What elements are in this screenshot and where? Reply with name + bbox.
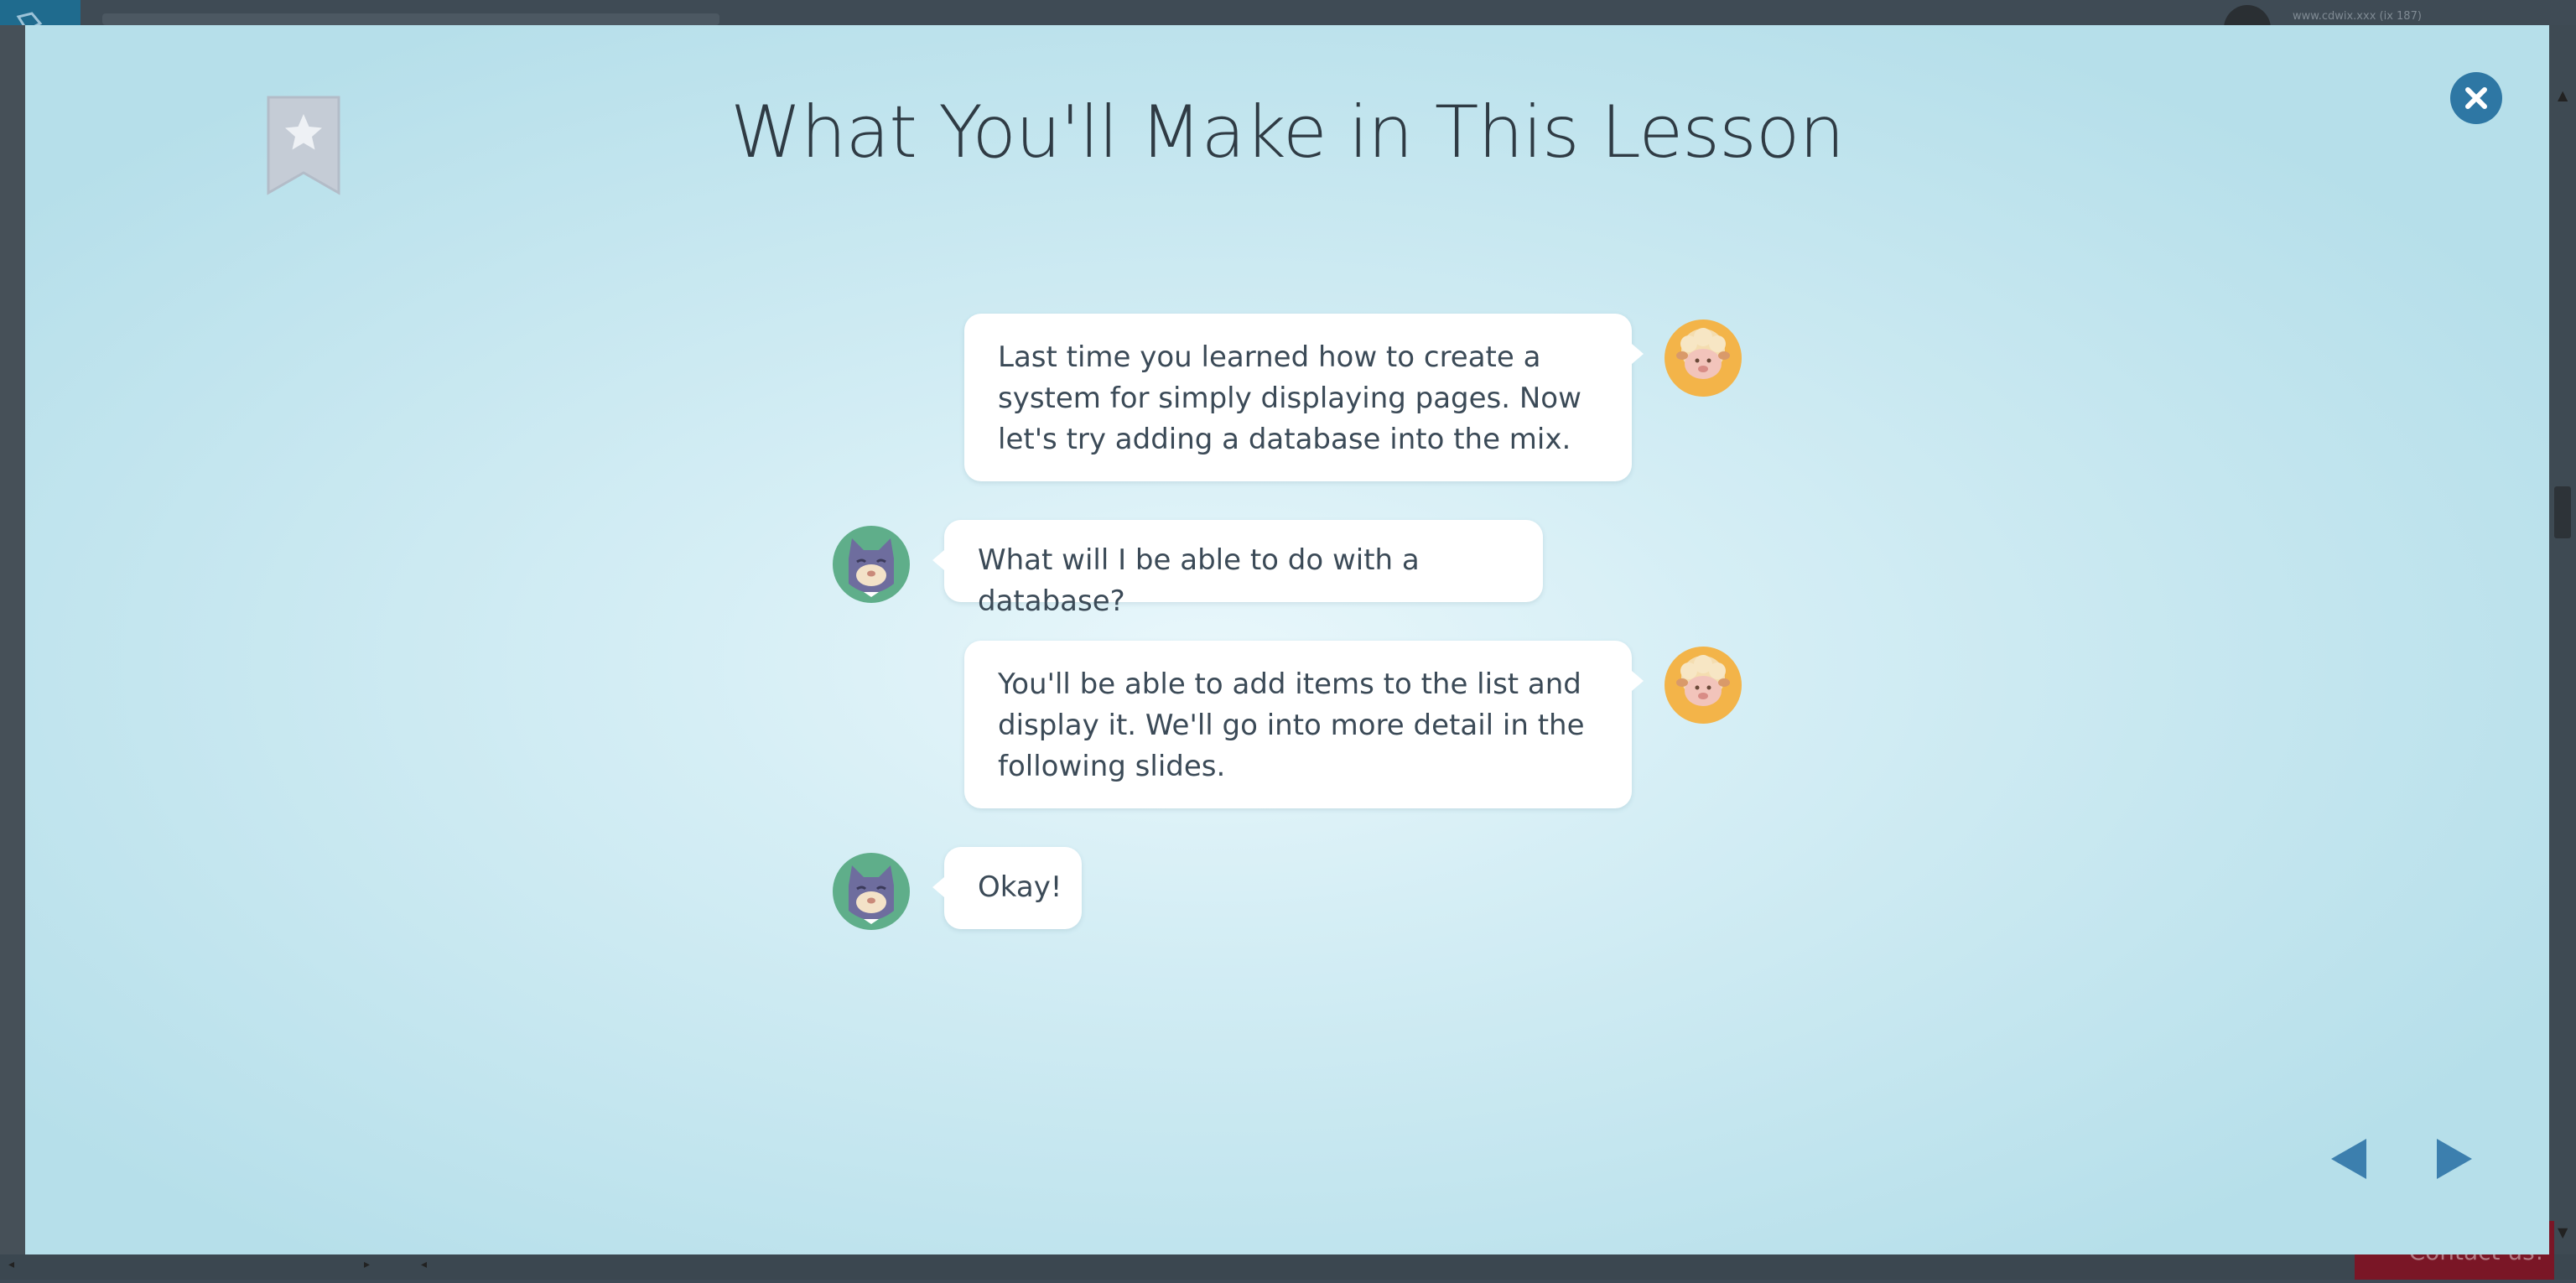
user-info-text: www.cdwix.xxx (ix 187) (2293, 10, 2422, 23)
scroll-left-icon-2: ◂ (421, 1258, 428, 1271)
next-slide-button[interactable] (2427, 1134, 2477, 1184)
lesson-modal: What You'll Make in This Lesson Last tim… (25, 25, 2549, 1254)
cat-avatar (832, 525, 911, 604)
scroll-down-icon: ▼ (2558, 1224, 2568, 1240)
prev-slide-button[interactable] (2326, 1134, 2376, 1184)
speech-bubble-2: What will I be able to do with a databas… (932, 520, 1543, 618)
speech-bubble-1: Last time you learned how to create a sy… (964, 314, 1644, 481)
speech-bubble-4: Okay! (932, 847, 1082, 929)
speech-bubble-3: You'll be able to add items to the list … (964, 641, 1644, 808)
app-search-bar (102, 13, 719, 25)
sheep-avatar (1664, 646, 1742, 725)
app-footer (0, 1254, 2576, 1280)
scroll-up-icon: ▲ (2558, 87, 2568, 103)
lesson-title: What You'll Make in This Lesson (730, 91, 1845, 174)
next-arrow-icon (2437, 1139, 2472, 1179)
cat-avatar (832, 852, 911, 931)
scroll-left-icon: ◂ (8, 1258, 15, 1271)
app-left-rail (0, 25, 25, 1280)
sheep-avatar (1664, 319, 1742, 397)
app-right-scrollbar (2549, 25, 2576, 1280)
scrollbar-thumb (2554, 486, 2571, 538)
scroll-right-icon: ▸ (364, 1258, 371, 1271)
prev-arrow-icon (2331, 1139, 2366, 1179)
